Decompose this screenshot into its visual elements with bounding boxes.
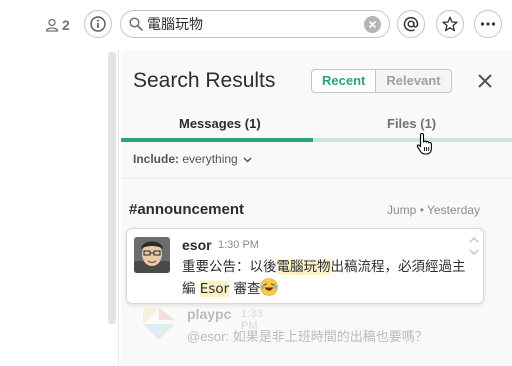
starred-button[interactable] <box>436 10 464 38</box>
search-input[interactable] <box>147 16 357 32</box>
channel-header: 2 <box>0 0 512 50</box>
search-results-pane: Search Results Recent Relevant Messages … <box>121 50 512 366</box>
clear-search-button[interactable] <box>364 16 381 33</box>
search-result-card[interactable]: esor 1:30 PM 重要公告：以後電腦玩物出稿流程，必須經過主編 Esor… <box>126 228 484 304</box>
include-value: everything <box>182 152 238 166</box>
more-actions-button[interactable] <box>474 10 502 38</box>
tab-active-indicator <box>121 138 313 142</box>
jump-link: Jump • Yesterday <box>387 203 480 217</box>
result-tabs: Messages (1) Files (1) <box>121 110 512 143</box>
channel-info-button[interactable] <box>84 10 112 38</box>
message-author: playpc <box>187 306 232 322</box>
hand-cursor-icon <box>416 132 432 155</box>
result-date: Yesterday <box>427 203 480 217</box>
message-text-part: 重要公告：以後 <box>182 259 277 275</box>
clear-icon <box>368 20 377 29</box>
message-text: @esor: 如果是非上班時間的出稿也要嗎？ <box>187 329 428 344</box>
include-filter[interactable]: Include: everything <box>133 152 252 166</box>
sort-toggle: Recent Relevant <box>311 69 452 93</box>
avatar[interactable] <box>134 237 170 273</box>
message-author[interactable]: esor <box>182 237 212 253</box>
member-count[interactable]: 2 <box>45 15 70 35</box>
tab-messages[interactable]: Messages (1) <box>179 116 261 131</box>
message-timestamp[interactable]: 1:30 PM <box>218 239 259 251</box>
include-label: Include: <box>133 152 180 166</box>
mentions-button[interactable] <box>397 10 425 38</box>
separator-dot: • <box>419 203 424 217</box>
tab-files[interactable]: Files (1) <box>387 116 436 131</box>
search-icon <box>129 17 143 31</box>
message-scrollbar[interactable] <box>108 52 116 324</box>
close-icon[interactable] <box>475 71 495 91</box>
divider <box>121 178 512 179</box>
search-highlight: Esor <box>199 281 230 297</box>
star-icon <box>442 16 458 32</box>
info-icon <box>90 16 106 32</box>
message-text-part: 審查 <box>229 281 261 297</box>
person-icon <box>45 18 59 32</box>
more-icon <box>480 22 496 26</box>
pane-title: Search Results <box>133 69 276 92</box>
laughing-emoji <box>260 278 279 296</box>
search-highlight: 電腦玩物 <box>276 259 331 275</box>
result-channel-name[interactable]: #announcement <box>129 201 244 218</box>
divider <box>118 50 119 366</box>
expand-arrows-icon[interactable] <box>469 235 479 257</box>
avatar <box>141 306 177 342</box>
sort-recent-button[interactable]: Recent <box>312 70 375 92</box>
message-text: 重要公告：以後電腦玩物出稿流程，必須經過主編 Esor 審查 <box>182 257 472 300</box>
jump-button[interactable]: Jump <box>387 203 416 217</box>
mention-icon <box>403 16 419 32</box>
chevron-down-icon <box>243 157 252 163</box>
search-box[interactable] <box>120 10 390 38</box>
sort-relevant-button[interactable]: Relevant <box>375 70 451 92</box>
pane-header: Search Results Recent Relevant <box>121 50 512 110</box>
member-count-label: 2 <box>62 17 70 33</box>
